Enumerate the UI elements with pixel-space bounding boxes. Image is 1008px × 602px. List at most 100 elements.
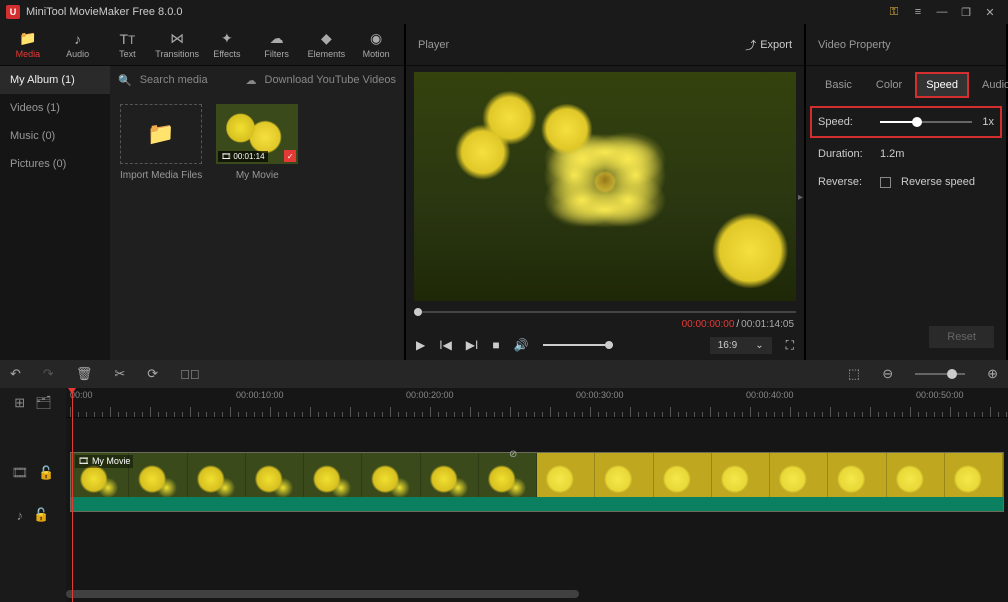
zoom-in-button[interactable]: ⊕ — [987, 366, 998, 382]
titlebar: U MiniTool MovieMaker Free 8.0.0 ⚿ ≡ — ❐… — [0, 0, 1008, 24]
fullscreen-button[interactable]: ⛶ — [786, 338, 794, 353]
prop-tab-basic[interactable]: Basic — [816, 74, 861, 96]
album-my-album[interactable]: My Album (1) — [0, 66, 110, 94]
timeline-toolbar: ↶ ↷ 🗑 ✂ ⟳ ✂⃞ ⬚ ⊖ ⊕ — [0, 360, 1008, 388]
search-icon[interactable]: 🔍 — [118, 74, 132, 87]
zoom-slider[interactable] — [915, 373, 965, 375]
chevron-down-icon: ⌄ — [755, 340, 763, 351]
close-icon[interactable]: ✕ — [978, 0, 1002, 24]
add-track-button[interactable]: ⊞ — [14, 395, 25, 411]
download-youtube-link[interactable]: Download YouTube Videos — [265, 74, 397, 86]
clip-label: 🎞 My Movie — [75, 455, 133, 468]
crop-button[interactable]: ✂⃞ — [180, 367, 200, 382]
delete-button[interactable]: 🗑 — [76, 366, 93, 382]
time-ruler[interactable]: 00:00 00:00:10:00 00:00:20:00 00:00:30:0… — [66, 388, 1008, 418]
ruler-mark: 00:00:40:00 — [746, 390, 794, 400]
ruler-mark: 00:00:50:00 — [916, 390, 964, 400]
panel-expand-handle[interactable]: ▸ — [798, 192, 803, 203]
speed-label: Speed: — [818, 116, 870, 128]
media-panel: 📁Media ♪Audio TTText ⋈Transitions ✦Effec… — [0, 24, 404, 360]
timeline: ⊞ 🗂 🎞 🔓 ♪ 🔓 00:00 00:00:10:00 00:00:20:0… — [0, 388, 1008, 602]
property-panel: ▸ Video Property Basic Color Speed Audio… — [806, 24, 1006, 360]
time-total: 00:01:14:05 — [741, 319, 794, 330]
timeline-clip[interactable]: 🎞 My Movie ⊘ — [70, 452, 1004, 512]
main-tabs: 📁Media ♪Audio TTText ⋈Transitions ✦Effec… — [0, 24, 404, 66]
property-title: Video Property — [818, 39, 891, 51]
film-icon: 🎞 — [221, 152, 231, 161]
sparkle-icon: ✦ — [221, 30, 233, 47]
key-icon[interactable]: ⚿ — [882, 0, 906, 24]
stop-button[interactable]: ■ — [492, 338, 499, 352]
clip-name-label: My Movie — [236, 170, 279, 181]
speed-row: Speed: 1x — [812, 108, 1000, 136]
player-panel: Player ⤴ Export 00:00:00:00 / 00:01:14:0… — [406, 24, 804, 360]
speed-tool-button[interactable]: ⟳ — [147, 366, 158, 382]
timeline-tracks[interactable]: 00:00 00:00:10:00 00:00:20:00 00:00:30:0… — [66, 388, 1008, 602]
clip-duration-badge: 🎞00:01:14 — [218, 151, 267, 162]
video-lock-icon[interactable]: 🔓 — [38, 465, 54, 481]
playhead[interactable] — [72, 388, 73, 602]
play-button[interactable]: ▶ — [416, 338, 425, 352]
audio-track-icon: ♪ — [17, 508, 24, 523]
audio-lock-icon[interactable]: 🔓 — [33, 507, 49, 523]
export-button[interactable]: ⤴ Export — [745, 37, 792, 53]
split-marker-icon[interactable]: ⊘ — [509, 449, 517, 460]
media-clip-thumbnail[interactable]: 🎞00:01:14 ✓ — [216, 104, 298, 164]
cloud-icon: ☁ — [270, 30, 284, 47]
tab-transitions[interactable]: ⋈Transitions — [153, 24, 201, 66]
ruler-mark: 00:00:10:00 — [236, 390, 284, 400]
cut-button[interactable]: ✂ — [114, 366, 125, 382]
volume-icon[interactable]: 🔊 — [514, 338, 529, 352]
undo-button[interactable]: ↶ — [10, 366, 21, 382]
redo-button[interactable]: ↷ — [43, 366, 54, 382]
track-layers-button[interactable]: 🗂 — [35, 395, 52, 411]
preview-image — [414, 72, 796, 301]
prop-tab-color[interactable]: Color — [867, 74, 911, 96]
video-track-icon: 🎞 — [12, 465, 29, 481]
export-icon: ⤴ — [745, 37, 756, 53]
seek-slider[interactable] — [414, 305, 796, 319]
snap-button[interactable]: ⬚ — [848, 366, 860, 382]
restore-icon[interactable]: ❐ — [954, 0, 978, 24]
search-placeholder[interactable]: Search media — [140, 74, 208, 86]
import-media-tile[interactable]: 📁 — [120, 104, 202, 164]
time-sep: / — [736, 319, 739, 330]
used-check-icon: ✓ — [284, 150, 296, 162]
prop-tab-audio[interactable]: Audio — [973, 74, 1008, 96]
prop-tab-speed[interactable]: Speed — [917, 74, 967, 96]
download-icon: ☁ — [246, 74, 257, 87]
ruler-mark: 00:00:20:00 — [406, 390, 454, 400]
tab-filters[interactable]: ☁Filters — [253, 24, 301, 66]
timeline-scrollbar[interactable] — [66, 590, 998, 598]
app-title: MiniTool MovieMaker Free 8.0.0 — [26, 6, 882, 18]
player-title: Player — [418, 39, 449, 51]
tab-elements[interactable]: ◆Elements — [303, 24, 351, 66]
album-pictures[interactable]: Pictures (0) — [0, 150, 110, 178]
aspect-ratio-select[interactable]: 16:9 ⌄ — [710, 337, 772, 354]
reverse-chk-label: Reverse speed — [901, 176, 975, 188]
album-music[interactable]: Music (0) — [0, 122, 110, 150]
volume-slider[interactable] — [543, 344, 613, 346]
reset-button[interactable]: Reset — [929, 326, 994, 348]
prev-frame-button[interactable]: I◀ — [439, 338, 452, 352]
note-icon: ♪ — [74, 31, 81, 47]
reverse-label: Reverse: — [818, 176, 870, 188]
preview-viewport[interactable] — [414, 72, 796, 301]
speed-slider[interactable] — [880, 121, 972, 123]
shapes-icon: ◆ — [321, 30, 332, 47]
duration-label: Duration: — [818, 148, 870, 160]
transition-icon: ⋈ — [170, 30, 184, 47]
time-current: 00:00:00:00 — [682, 319, 735, 330]
tab-text[interactable]: TTText — [104, 24, 152, 66]
zoom-out-button[interactable]: ⊖ — [882, 366, 893, 382]
album-videos[interactable]: Videos (1) — [0, 94, 110, 122]
tab-media[interactable]: 📁Media — [4, 24, 52, 66]
next-frame-button[interactable]: ▶I — [466, 338, 479, 352]
tab-effects[interactable]: ✦Effects — [203, 24, 251, 66]
menu-icon[interactable]: ≡ — [906, 0, 930, 24]
tab-motion[interactable]: ◉Motion — [352, 24, 400, 66]
reverse-checkbox[interactable] — [880, 177, 891, 188]
tab-audio[interactable]: ♪Audio — [54, 24, 102, 66]
minimize-icon[interactable]: — — [930, 0, 954, 24]
clip-audio-waveform — [71, 497, 1003, 511]
